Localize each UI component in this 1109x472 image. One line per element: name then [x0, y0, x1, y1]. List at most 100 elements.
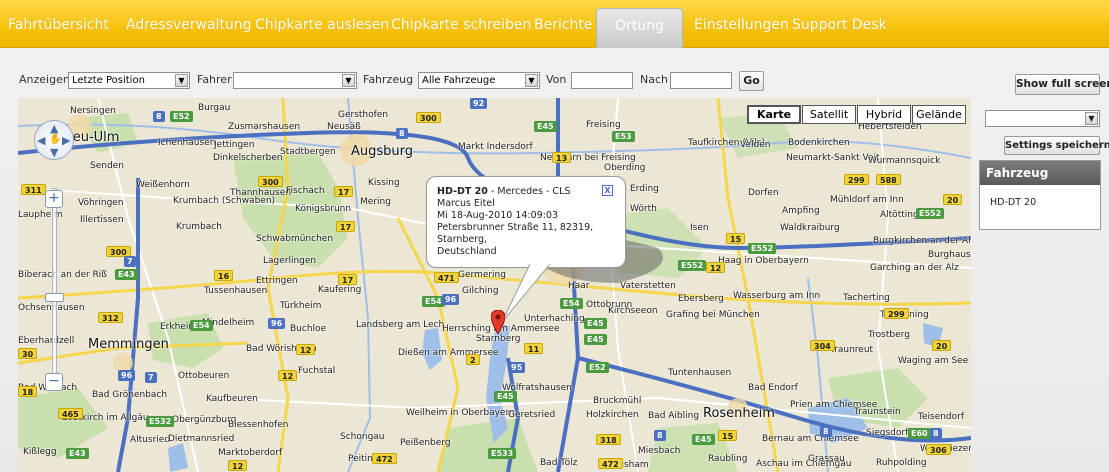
map-marker-icon[interactable] [491, 310, 505, 334]
place-label: Zusmarshausen [228, 122, 301, 132]
road-shield: 20 [943, 194, 963, 205]
place-label: Teisendorf [918, 412, 965, 422]
place-label: Raubling [708, 454, 748, 464]
map-type-karte-button[interactable]: Karte [747, 105, 801, 124]
road-shield: 13 [552, 152, 572, 163]
tab-ortung[interactable]: Ortung [596, 8, 683, 48]
tab-einstellungen[interactable]: Einstellungen [694, 14, 789, 36]
zoom-slider[interactable] [52, 188, 57, 388]
info-vehicle-plate: HD-DT 20 [437, 186, 488, 197]
place-label: Ottobeuren [178, 371, 230, 381]
zoom-slider-thumb[interactable] [45, 293, 64, 302]
vehicle-list-item[interactable]: HD-DT 20 [980, 185, 1100, 208]
place-label: Ampfing [782, 206, 820, 216]
tab-chipkarte-schreiben[interactable]: Chipkarte schreiben [391, 14, 531, 36]
road-shield: 588 [876, 174, 901, 185]
place-label: Tussenhausen [204, 286, 268, 296]
place-label: Germering [458, 270, 506, 280]
road-shield: E552 [916, 208, 945, 219]
von-label: Von [546, 73, 567, 86]
road-shield: 12 [228, 460, 248, 471]
place-label: Grafing bei München [666, 310, 760, 320]
road-shield: 318 [596, 434, 621, 445]
fahrer-label: Fahrer [197, 73, 232, 86]
place-label: Memmingen [88, 337, 169, 352]
place-label: Obergünzburg [172, 415, 237, 425]
go-button[interactable]: Go [739, 71, 764, 91]
place-label: Traunstein [854, 407, 901, 417]
tab-support-desk[interactable]: Support Desk [792, 14, 887, 36]
road-shield: 17 [338, 274, 358, 285]
settings-save-button[interactable]: Settings speichern [1004, 136, 1109, 155]
road-shield: 7 [145, 372, 157, 383]
road-shield: E552 [748, 243, 777, 254]
place-label: Fischach [286, 186, 325, 196]
place-label: Ichenhausen [158, 138, 216, 148]
place-label: Wurmannsquick [868, 156, 941, 166]
road-shield: 92 [470, 98, 488, 109]
place-label: Illertissen [80, 215, 124, 225]
place-label: Markt Indersdorf [458, 142, 533, 152]
road-shield: 15 [718, 430, 738, 441]
road-shield: E533 [488, 448, 517, 459]
tab-fahrtuebersicht[interactable]: Fahrtübersicht [8, 14, 109, 36]
map-type-gelaende-button[interactable]: Gelände [912, 105, 966, 124]
road-shield: 471 [434, 272, 459, 283]
place-label: Vöhringen [78, 198, 124, 208]
place-label: Senden [90, 161, 124, 171]
place-label: Altötting [880, 210, 919, 220]
place-label: Traunreut [830, 345, 874, 355]
road-shield: 96 [268, 318, 286, 329]
tab-berichte[interactable]: Berichte [534, 14, 593, 36]
road-shield: E45 [494, 391, 517, 402]
zoom-out-button[interactable]: − [45, 373, 63, 391]
fahrzeug-label: Fahrzeug [363, 73, 414, 86]
place-label: Burgau [198, 103, 231, 113]
tab-adressverwaltung[interactable]: Adressverwaltung [126, 14, 252, 36]
fahrer-select[interactable]: ▼ [233, 72, 357, 89]
road-shield: E45 [534, 121, 557, 132]
place-label: Nersingen [70, 106, 116, 116]
place-label: Bernau am Chiemsee [762, 434, 859, 444]
vehicle-info-window: HD-DT 20 - Mercedes - CLS Marcus Eitel M… [426, 176, 626, 268]
map-view[interactable]: Nersingen Burgau Gersthofen Freising Heb… [18, 98, 971, 472]
place-label: Lagerlingen [263, 256, 317, 266]
show-full-screen-button[interactable]: Show full screen [1015, 74, 1109, 95]
place-label: Eberhardzell [18, 336, 75, 346]
road-shield: 20 [932, 340, 952, 351]
place-label: Buchloe [290, 324, 327, 334]
place-label: Isen [690, 223, 709, 233]
pan-right-icon[interactable]: ▶ [62, 134, 70, 147]
pan-control-icon[interactable]: ▲ ◀ ▶ ▼ ✋ [34, 120, 74, 160]
road-shield: 30 [18, 348, 38, 359]
zoom-in-button[interactable]: + [45, 190, 63, 208]
tab-chipkarte-auslesen[interactable]: Chipkarte auslesen [255, 14, 389, 36]
place-label: Dorfen [748, 188, 779, 198]
place-label: Rosenheim [703, 406, 775, 421]
road-shield: E552 [678, 260, 707, 271]
place-label: Königsbrunn [295, 204, 352, 214]
place-label: Burghausen [928, 250, 971, 260]
pan-down-icon[interactable]: ▼ [50, 146, 58, 159]
road-shield: 96 [442, 294, 460, 305]
map-type-satellit-button[interactable]: Satellit [802, 105, 856, 124]
place-label: Thannhausen [230, 188, 291, 198]
map-type-hybrid-button[interactable]: Hybrid [857, 105, 911, 124]
anzeigen-label: Anzeigen [19, 73, 70, 86]
nach-date-input[interactable] [670, 72, 732, 89]
place-label: Landsberg am Lech [356, 320, 445, 330]
anzeigen-value: Letzte Position [72, 75, 145, 86]
road-shield: E45 [584, 318, 607, 329]
place-label: Fuchstal [298, 366, 336, 376]
pan-left-icon[interactable]: ◀ [37, 134, 45, 147]
von-date-input[interactable] [571, 72, 633, 89]
filter-bar: Anzeigen Letzte Position ▼ Fahrer ▼ Fahr… [0, 71, 1000, 91]
place-label: Schwabmünchen [256, 234, 334, 244]
anzeigen-select[interactable]: Letzte Position ▼ [68, 72, 190, 89]
road-shield: 311 [21, 184, 46, 195]
place-label: Gersthofen [338, 110, 389, 120]
place-label: Dießen am Ammersee [398, 348, 499, 358]
fahrzeug-select[interactable]: Alle Fahrzeuge ▼ [418, 72, 540, 89]
close-icon[interactable]: X [602, 185, 613, 196]
settings-select[interactable]: ▼ [985, 110, 1100, 127]
